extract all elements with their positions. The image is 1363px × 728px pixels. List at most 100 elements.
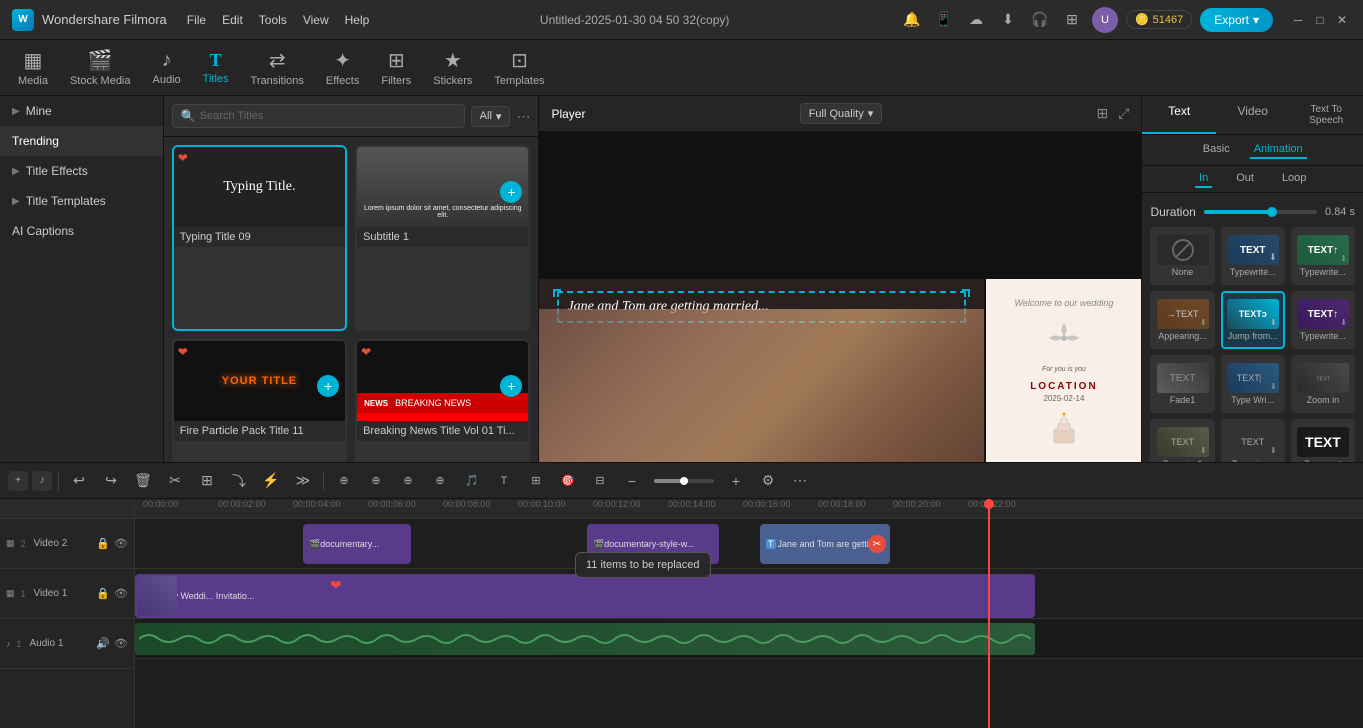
zoom-track[interactable] [654, 479, 714, 483]
video2-lock-icon[interactable]: 🔒 [96, 537, 110, 550]
title-card-typing[interactable]: ❤ Typing Title. Typing Title 09 [172, 145, 347, 331]
grid-view-icon[interactable]: ⊞ [1096, 105, 1108, 122]
search-input[interactable]: 🔍 Search Titles [172, 104, 465, 128]
download-icon[interactable]: ⬇ [996, 8, 1020, 32]
toolbar-filters[interactable]: ⊞ Filters [371, 44, 421, 91]
toolbar-templates[interactable]: ⊡ Templates [484, 44, 554, 91]
timeline-btn-6[interactable]: T [490, 467, 518, 495]
sidebar-item-mine[interactable]: ▶ Mine [0, 96, 163, 126]
speed-button[interactable]: ⚡ [257, 467, 285, 495]
video2-clip1[interactable]: 🎬 documentary... [303, 524, 411, 564]
toolbar-titles[interactable]: T Titles [193, 46, 239, 89]
toolbar-audio[interactable]: ♪ Audio [143, 45, 191, 90]
anim-tab-out[interactable]: Out [1232, 170, 1258, 188]
video1-clip1[interactable]: 🎬 Fancy Weddi... Invitatio... [135, 574, 1035, 618]
audio1-eye-icon[interactable]: 👁 [114, 637, 128, 650]
menu-help[interactable]: Help [345, 13, 370, 27]
anim-jump-card[interactable]: TEXTↄ ⬇ Jump from... [1221, 291, 1285, 349]
audio1-mute-icon[interactable]: 🔊 [96, 637, 110, 650]
anim-tab-in[interactable]: In [1195, 170, 1212, 188]
more-options-button[interactable]: ⋯ [516, 108, 530, 125]
timeline-btn-5[interactable]: 🎵 [458, 467, 486, 495]
timeline-btn-4[interactable]: ⊕ [426, 467, 454, 495]
timeline-btn-8[interactable]: 🎯 [554, 467, 582, 495]
filter-dropdown[interactable]: All ▾ [471, 106, 511, 127]
copy-button[interactable]: ⊞ [193, 467, 221, 495]
anim-typewrite1-card[interactable]: TEXT ⬇ Typewrite... [1221, 227, 1285, 285]
title-card-subtitle[interactable]: Lorem ipsum dolor sit amet, consectetur … [355, 145, 530, 331]
sidebar-item-ai-captions[interactable]: AI Captions [0, 216, 163, 246]
redo-button[interactable]: ↪ [97, 467, 125, 495]
menu-view[interactable]: View [303, 13, 329, 27]
anim-typewrite3-card[interactable]: TEXT↑ ⬇ Typewrite... [1291, 291, 1355, 349]
breaking-label: NEWS [361, 398, 391, 409]
sidebar-item-trending[interactable]: Trending [0, 126, 163, 156]
toolbar-transitions[interactable]: ⇄ Transitions [241, 44, 314, 91]
anim-none-card[interactable]: None [1150, 227, 1214, 285]
video1-lock-icon[interactable]: 🔒 [96, 587, 110, 600]
anim-typewrite2-card[interactable]: TEXT↑ ⬇ Typewrite... [1291, 227, 1355, 285]
anim-tab-loop[interactable]: Loop [1278, 170, 1310, 188]
timeline-btn-7[interactable]: ⊞ [522, 467, 550, 495]
sidebar-item-title-templates[interactable]: ▶ Title Templates [0, 186, 163, 216]
zoom-handle[interactable] [680, 477, 688, 485]
headphones-icon[interactable]: 🎧 [1028, 8, 1052, 32]
toolbar-stickers[interactable]: ★ Stickers [423, 44, 482, 91]
menu-edit[interactable]: Edit [222, 13, 243, 27]
fire-add-button[interactable]: + [317, 375, 339, 397]
tab-video[interactable]: Video [1216, 96, 1290, 134]
menu-file[interactable]: File [187, 13, 206, 27]
timeline-btn-3[interactable]: ⊕ [394, 467, 422, 495]
video2-clip3[interactable]: T Jane and Tom are getting... ✂ [760, 524, 890, 564]
timeline-more-button[interactable]: ⋯ [786, 467, 814, 495]
toolbar-effects[interactable]: ✦ Effects [316, 44, 369, 91]
user-avatar[interactable]: U [1092, 7, 1118, 33]
cloud-icon[interactable]: ☁ [964, 8, 988, 32]
timeline-btn-1[interactable]: ⊕ [330, 467, 358, 495]
video1-eye-icon[interactable]: 👁 [114, 587, 128, 600]
toolbar-media[interactable]: ▦ Media [8, 44, 58, 91]
more-timeline-button[interactable]: ≫ [289, 467, 317, 495]
quality-select[interactable]: Full Quality ▾ [800, 103, 883, 124]
duration-handle[interactable] [1267, 207, 1277, 217]
export-button[interactable]: Export ▾ [1200, 8, 1273, 32]
close-button[interactable]: ✕ [1333, 11, 1351, 29]
add-audio-button[interactable]: ♪ [32, 471, 52, 491]
zoom-in-button[interactable]: + [722, 467, 750, 495]
timeline-btn-9[interactable]: ⊟ [586, 467, 614, 495]
menu-tools[interactable]: Tools [259, 13, 287, 27]
export-label: Export [1214, 13, 1249, 27]
tab-player[interactable]: Player [551, 107, 585, 121]
anim-zoom-in1-thumb: TEXT ⬇ [1157, 427, 1209, 457]
audio1-clip[interactable] [135, 623, 1035, 655]
duration-track[interactable] [1204, 210, 1317, 214]
toolbar-stock-media[interactable]: 🎬 Stock Media [60, 44, 141, 91]
timeline-btn-2[interactable]: ⊕ [362, 467, 390, 495]
zoom-out-button[interactable]: − [618, 467, 646, 495]
devices-icon[interactable]: 📱 [932, 8, 956, 32]
v2c3-scissors[interactable]: ✂ [868, 535, 886, 553]
tab-text[interactable]: Text [1142, 96, 1216, 134]
subtab-animation[interactable]: Animation [1250, 141, 1307, 159]
anim-typewrite-w-card[interactable]: TEXT⎸ ⬇ Type Wri... [1221, 355, 1285, 413]
add-media-button[interactable]: + [8, 471, 28, 491]
video2-eye-icon[interactable]: 👁 [114, 537, 128, 550]
timeline-settings-button[interactable]: ⚙ [754, 467, 782, 495]
fullscreen-icon[interactable]: ⤢ [1118, 105, 1129, 122]
sidebar-item-title-effects[interactable]: ▶ Title Effects [0, 156, 163, 186]
grid-icon[interactable]: ⊞ [1060, 8, 1084, 32]
undo-button[interactable]: ↩ [65, 467, 93, 495]
anim-zoom-out-text: TEXT [1305, 434, 1341, 450]
tab-tts[interactable]: Text To Speech [1289, 96, 1363, 134]
minimize-button[interactable]: ─ [1289, 11, 1307, 29]
cut-button[interactable]: ✂ [161, 467, 189, 495]
delete-button[interactable]: 🗑 [129, 467, 157, 495]
maximize-button[interactable]: □ [1311, 11, 1329, 29]
notification-icon[interactable]: 🔔 [900, 8, 924, 32]
anim-appearing-card[interactable]: →TEXT ⬇ Appearing... [1150, 291, 1214, 349]
subtab-basic[interactable]: Basic [1199, 141, 1234, 159]
anim-zoom-in-card[interactable]: TEXT Zoom in [1291, 355, 1355, 413]
timeline-scrollable[interactable]: 00:00:00 00:00:02:00 00:00:04:00 00:00:0… [135, 499, 1363, 728]
anim-fade-card[interactable]: TEXT Fade1 [1150, 355, 1214, 413]
insert-button[interactable]: ⤵ [225, 467, 253, 495]
